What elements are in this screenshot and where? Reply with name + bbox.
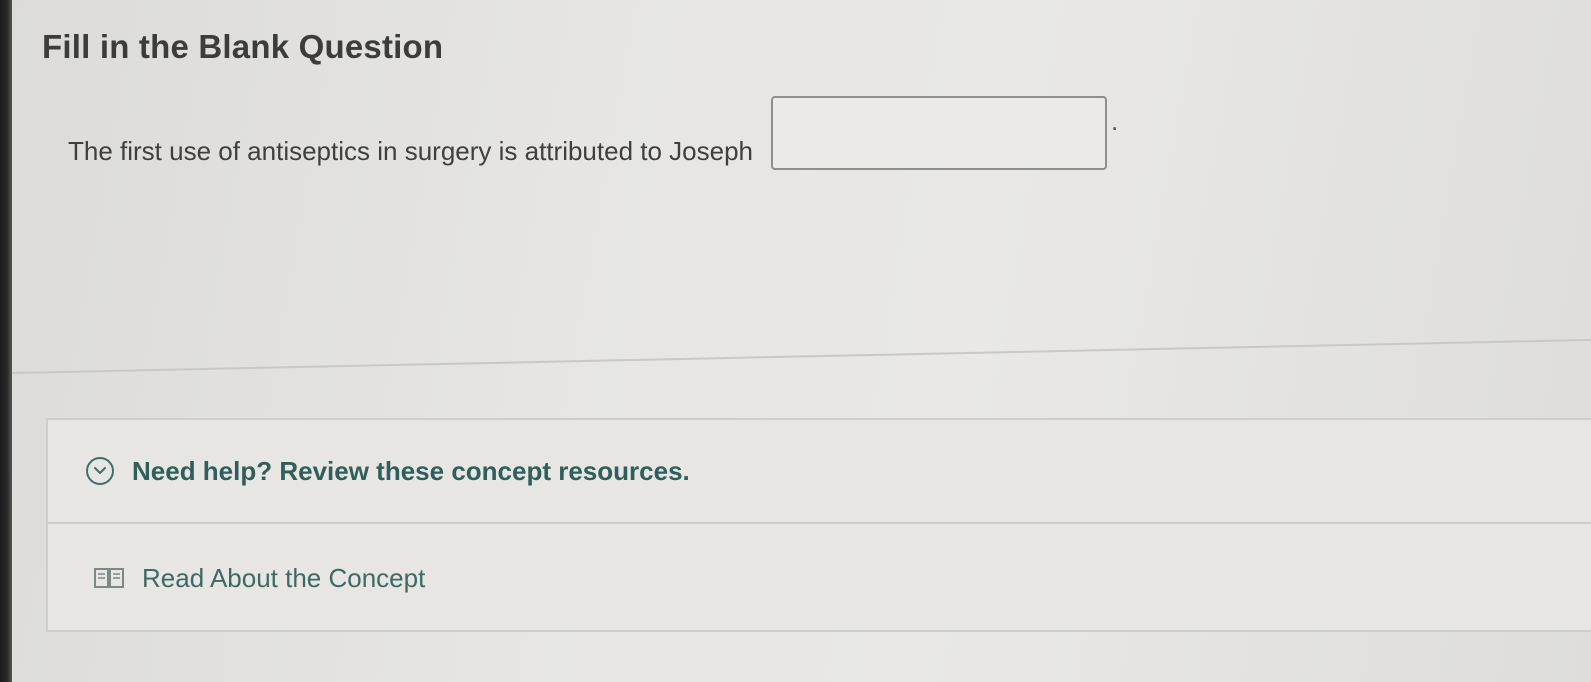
need-help-label: Need help? Review these concept resource… [132, 455, 690, 486]
screen: Fill in the Blank Question The first use… [0, 0, 1591, 682]
question-row: The first use of antiseptics in surgery … [68, 96, 1118, 170]
question-heading: Fill in the Blank Question [42, 28, 444, 65]
need-help-toggle[interactable]: Need help? Review these concept resource… [48, 420, 1591, 524]
read-about-concept-link[interactable]: Read About the Concept [48, 524, 1591, 632]
section-divider [11, 338, 1591, 374]
monitor-bezel [0, 0, 12, 682]
question-prompt: The first use of antiseptics in surgery … [68, 136, 754, 166]
book-icon [92, 566, 126, 590]
concept-resources-panel: Need help? Review these concept resource… [46, 418, 1591, 632]
chevron-down-icon [86, 457, 114, 485]
trailing-period: . [1111, 106, 1119, 136]
answer-blank-input[interactable] [771, 96, 1108, 170]
read-about-concept-label: Read About the Concept [142, 562, 426, 593]
